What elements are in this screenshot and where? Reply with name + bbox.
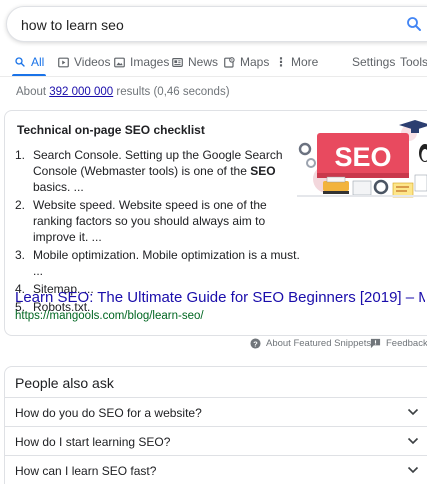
map-icon bbox=[224, 56, 235, 68]
people-also-ask-title: People also ask bbox=[15, 375, 114, 391]
list-item: 2. Website speed. Website speed is one o… bbox=[15, 197, 305, 245]
list-number: 1. bbox=[15, 148, 26, 162]
search-icon bbox=[15, 57, 25, 67]
result-count-link[interactable]: 392 000 000 bbox=[49, 86, 113, 98]
svg-text:?: ? bbox=[253, 339, 258, 348]
result-stats: About 392 000 000 results (0,46 seconds) bbox=[16, 86, 230, 98]
question-row[interactable]: How can I learn SEO fast? bbox=[5, 455, 427, 483]
tab-videos[interactable]: Videos bbox=[58, 54, 110, 70]
tab-label: Maps bbox=[240, 55, 270, 69]
search-icon[interactable] bbox=[405, 15, 423, 33]
snippet-title: Technical on-page SEO checklist bbox=[17, 123, 205, 137]
help-icon: ? bbox=[250, 338, 261, 349]
feedback-link[interactable]: Feedback bbox=[370, 338, 427, 349]
list-item: 1. Search Console. Setting up the Google… bbox=[15, 147, 305, 195]
people-also-ask: People also ask How do you do SEO for a … bbox=[4, 366, 427, 484]
search-tabs: All Videos Images News Maps ⋮ More Setti… bbox=[0, 54, 427, 77]
tab-label: Images bbox=[130, 55, 170, 69]
chevron-down-icon bbox=[407, 437, 419, 445]
news-icon bbox=[172, 57, 183, 67]
search-input[interactable]: how to learn seo bbox=[21, 17, 124, 33]
chevron-down-icon bbox=[407, 408, 419, 416]
seo-illustration[interactable]: SEO bbox=[297, 119, 427, 201]
about-featured-snippets-link[interactable]: ? About Featured Snippets bbox=[250, 338, 371, 349]
seo-sign-text: SEO bbox=[334, 142, 391, 172]
list-text-bold: SEO bbox=[250, 164, 276, 178]
tab-maps[interactable]: Maps bbox=[224, 54, 269, 70]
tools-link[interactable]: Tools bbox=[400, 54, 427, 70]
snippet-url[interactable]: https://mangools.com/blog/learn-seo/ bbox=[15, 310, 204, 322]
search-box[interactable]: how to learn seo bbox=[6, 6, 427, 42]
tools-label: Tools bbox=[400, 55, 427, 69]
more-vertical-icon: ⋮ bbox=[275, 55, 287, 69]
question-text: How can I learn SEO fast? bbox=[15, 464, 157, 478]
list-text: Website speed. Website speed is one of t… bbox=[33, 198, 267, 244]
tabs-divider bbox=[0, 76, 427, 77]
snippet-result-link[interactable]: Learn SEO: The Ultimate Guide for SEO Be… bbox=[15, 289, 425, 306]
list-text: Mobile optimization. Mobile optimization… bbox=[33, 248, 300, 278]
video-icon bbox=[58, 57, 69, 67]
tab-label: All bbox=[31, 55, 45, 69]
list-item: 3. Mobile optimization. Mobile optimizat… bbox=[15, 247, 305, 279]
chevron-down-icon bbox=[407, 466, 419, 474]
question-row[interactable]: How do I start learning SEO? bbox=[5, 426, 427, 454]
tab-more[interactable]: ⋮ More bbox=[275, 54, 318, 70]
featured-snippet: Technical on-page SEO checklist 1. Searc… bbox=[4, 110, 427, 336]
feedback-label: Feedback bbox=[386, 338, 427, 349]
list-number: 3. bbox=[15, 248, 26, 262]
tab-images[interactable]: Images bbox=[114, 54, 169, 70]
about-featured-snippets-label: About Featured Snippets bbox=[266, 338, 372, 349]
list-text: basics. ... bbox=[33, 180, 84, 194]
tab-label: News bbox=[188, 55, 219, 69]
feedback-icon bbox=[370, 338, 381, 349]
tab-news[interactable]: News bbox=[172, 54, 218, 70]
tab-label: Videos bbox=[74, 55, 111, 69]
question-text: How do you do SEO for a website? bbox=[15, 406, 202, 420]
question-row[interactable]: How do you do SEO for a website? bbox=[5, 397, 427, 425]
question-text: How do I start learning SEO? bbox=[15, 435, 171, 449]
stats-prefix: About bbox=[16, 86, 50, 98]
settings-label: Settings bbox=[352, 55, 396, 69]
list-text: Search Console. Setting up the Google Se… bbox=[33, 148, 283, 178]
image-icon bbox=[114, 57, 125, 67]
tab-label: More bbox=[291, 55, 319, 69]
stats-suffix: results (0,46 seconds) bbox=[113, 86, 230, 98]
tab-all[interactable]: All bbox=[14, 54, 44, 70]
list-number: 2. bbox=[15, 198, 26, 212]
snippet-footer: ? About Featured Snippets Feedback bbox=[0, 336, 427, 352]
settings-link[interactable]: Settings bbox=[352, 54, 395, 70]
